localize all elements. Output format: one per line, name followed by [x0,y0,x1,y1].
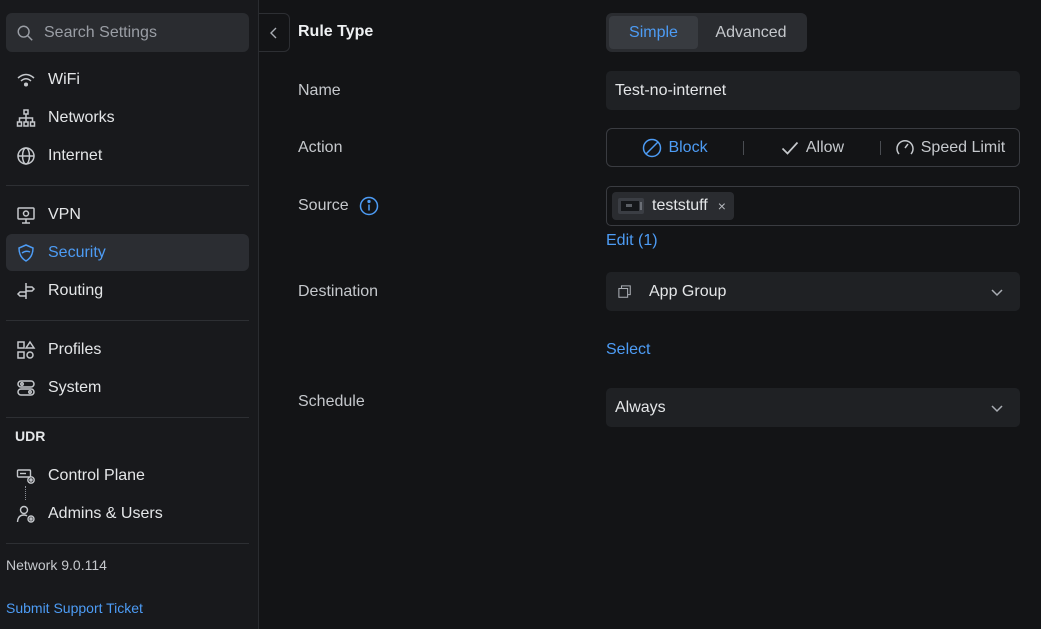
sidebar-item-label: Admins & Users [48,504,163,522]
schedule-select[interactable]: Always [606,388,1020,427]
routing-icon [16,282,36,299]
sidebar-item-label: Security [48,243,106,261]
settings-sidebar: WiFi Networks Internet VPN Security Rout… [0,0,259,629]
sidebar-item-internet[interactable]: Internet [6,137,249,174]
destination-select[interactable]: App Group [606,272,1020,311]
sidebar-divider [6,417,249,418]
action-allow-label: Allow [805,138,845,156]
source-edit-link[interactable]: Edit (1) [606,232,658,250]
action-label: Action [298,139,343,156]
globe-icon [17,146,35,165]
block-icon [643,138,662,157]
support-ticket-link[interactable]: Submit Support Ticket [6,600,143,616]
rule-type-label: Rule Type [298,23,374,40]
chevron-left-icon [270,27,277,38]
action-speed-limit[interactable]: Speed Limit [881,129,1019,166]
wifi-icon [17,73,35,87]
sidebar-item-vpn[interactable]: VPN [6,196,249,233]
sidebar-item-routing[interactable]: Routing [6,272,249,309]
shield-icon [18,243,34,262]
destination-label: Destination [298,283,379,300]
name-field[interactable]: Test-no-internet [606,71,1020,110]
rule-type-toggle: Simple Advanced [606,13,807,52]
sidebar-item-label: System [48,378,102,396]
profiles-icon [17,340,36,359]
rule-type-advanced[interactable]: Advanced [698,16,804,49]
version-text: Network 9.0.114 [6,557,107,573]
check-icon [781,141,799,155]
source-chip-label: teststuff [652,197,708,214]
sidebar-divider [6,543,249,544]
remove-chip-button[interactable]: × [718,198,726,214]
search-input[interactable] [44,23,234,42]
action-toggle: Block Allow Speed Limit [606,128,1020,167]
schedule-label: Schedule [298,393,365,410]
device-thumbnail-icon [618,198,644,214]
sidebar-item-security[interactable]: Security [6,234,249,271]
collapse-sidebar-button[interactable] [259,13,290,52]
sidebar-item-label: Profiles [48,340,102,358]
sidebar-item-label: WiFi [48,70,80,88]
source-label: Source [298,196,379,216]
source-label-text: Source [298,197,349,215]
sidebar-item-control-plane[interactable]: Control Plane [6,457,249,494]
sidebar-item-system[interactable]: System [6,369,249,406]
admins-icon [16,505,35,523]
sidebar-divider [6,320,249,321]
sidebar-item-wifi[interactable]: WiFi [6,61,249,98]
source-field[interactable]: teststuff × [606,186,1020,226]
action-speed-limit-label: Speed Limit [920,138,1006,156]
control-plane-icon [16,468,35,484]
action-block-label: Block [668,138,708,156]
sidebar-item-label: Internet [48,146,103,164]
destination-select-link[interactable]: Select [606,341,650,359]
udr-section-title: UDR [15,428,46,444]
vpn-icon [17,206,35,224]
search-box[interactable] [6,13,249,52]
action-allow[interactable]: Allow [744,129,880,166]
chevron-down-icon [991,404,1003,412]
sidebar-item-profiles[interactable]: Profiles [6,331,249,368]
chevron-down-icon [991,288,1003,296]
search-icon [17,25,33,41]
schedule-value: Always [615,398,666,416]
name-value: Test-no-internet [615,81,727,99]
sidebar-item-label: Routing [48,281,104,299]
sidebar-item-label: VPN [48,205,81,223]
name-label: Name [298,82,341,99]
speed-gauge-icon [896,139,914,154]
source-chip: teststuff × [612,192,734,220]
action-block[interactable]: Block [607,129,743,166]
networks-icon [16,108,36,127]
sidebar-item-networks[interactable]: Networks [6,99,249,136]
destination-value: App Group [649,282,727,300]
system-icon [17,379,35,396]
info-icon[interactable] [359,196,379,216]
sidebar-item-admins[interactable]: Admins & Users [6,495,249,532]
sidebar-item-label: Networks [48,108,115,126]
rule-type-simple[interactable]: Simple [609,16,698,49]
sidebar-divider [6,185,249,186]
app-group-icon [618,284,631,298]
sidebar-item-label: Control Plane [48,466,145,484]
